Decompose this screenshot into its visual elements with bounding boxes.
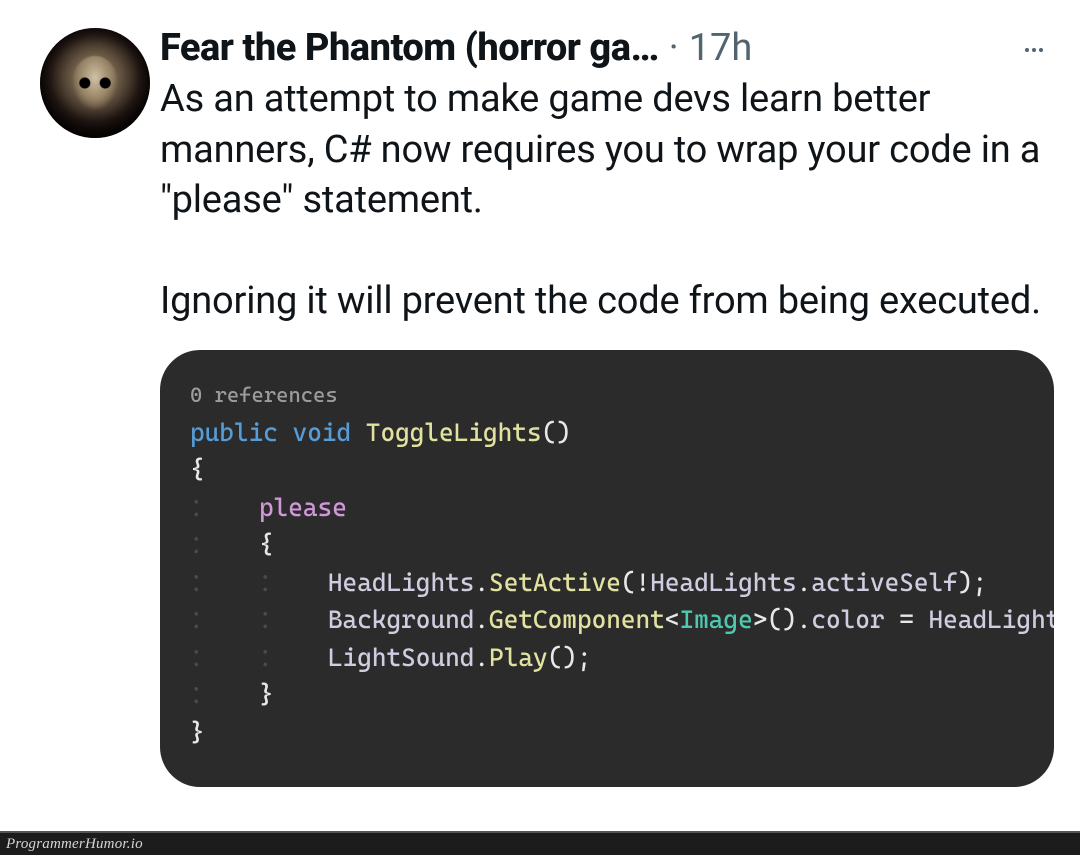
tweet-paragraph: Ignoring it will prevent the code from b… [160, 276, 1046, 327]
avatar[interactable] [40, 28, 150, 138]
code-line: public void ToggleLights() [190, 414, 1054, 452]
code-line: } [190, 714, 1054, 752]
tweet-header: Fear the Phantom (horror ga… · 17h [160, 28, 1054, 70]
code-line: ： { [190, 526, 1054, 564]
code-line: ： ： LightSound.Play(); [190, 639, 1054, 677]
name-and-time: Fear the Phantom (horror ga… · 17h [160, 28, 1002, 70]
tweet-paragraph: As an attempt to make game devs learn be… [160, 74, 1046, 226]
more-options-button[interactable] [1014, 30, 1054, 70]
tweet-main: Fear the Phantom (horror ga… · 17h As an… [160, 28, 1054, 787]
codelens-references[interactable]: 0 references [190, 380, 1054, 412]
watermark-text: ProgrammerHumor.io [6, 836, 143, 853]
display-name[interactable]: Fear the Phantom (horror ga… [160, 28, 659, 70]
tweet-text: As an attempt to make game devs learn be… [160, 74, 1054, 326]
code-line: { [190, 451, 1054, 489]
tweet-post: Fear the Phantom (horror ga… · 17h As an… [0, 0, 1080, 787]
code-line: ： } [190, 676, 1054, 714]
code-screenshot: 0 references public void ToggleLights() … [160, 350, 1054, 787]
code-line: ： ： HeadLights.SetActive(!HeadLights.act… [190, 564, 1054, 602]
more-icon [1022, 38, 1046, 62]
timestamp[interactable]: 17h [689, 28, 753, 70]
code-line: ： ： Background.GetComponent<Image>().col… [190, 601, 1054, 639]
avatar-column [40, 28, 160, 787]
code-line: ： please [190, 489, 1054, 527]
watermark-footer: ProgrammerHumor.io [0, 831, 1080, 855]
separator-dot: · [669, 28, 679, 70]
